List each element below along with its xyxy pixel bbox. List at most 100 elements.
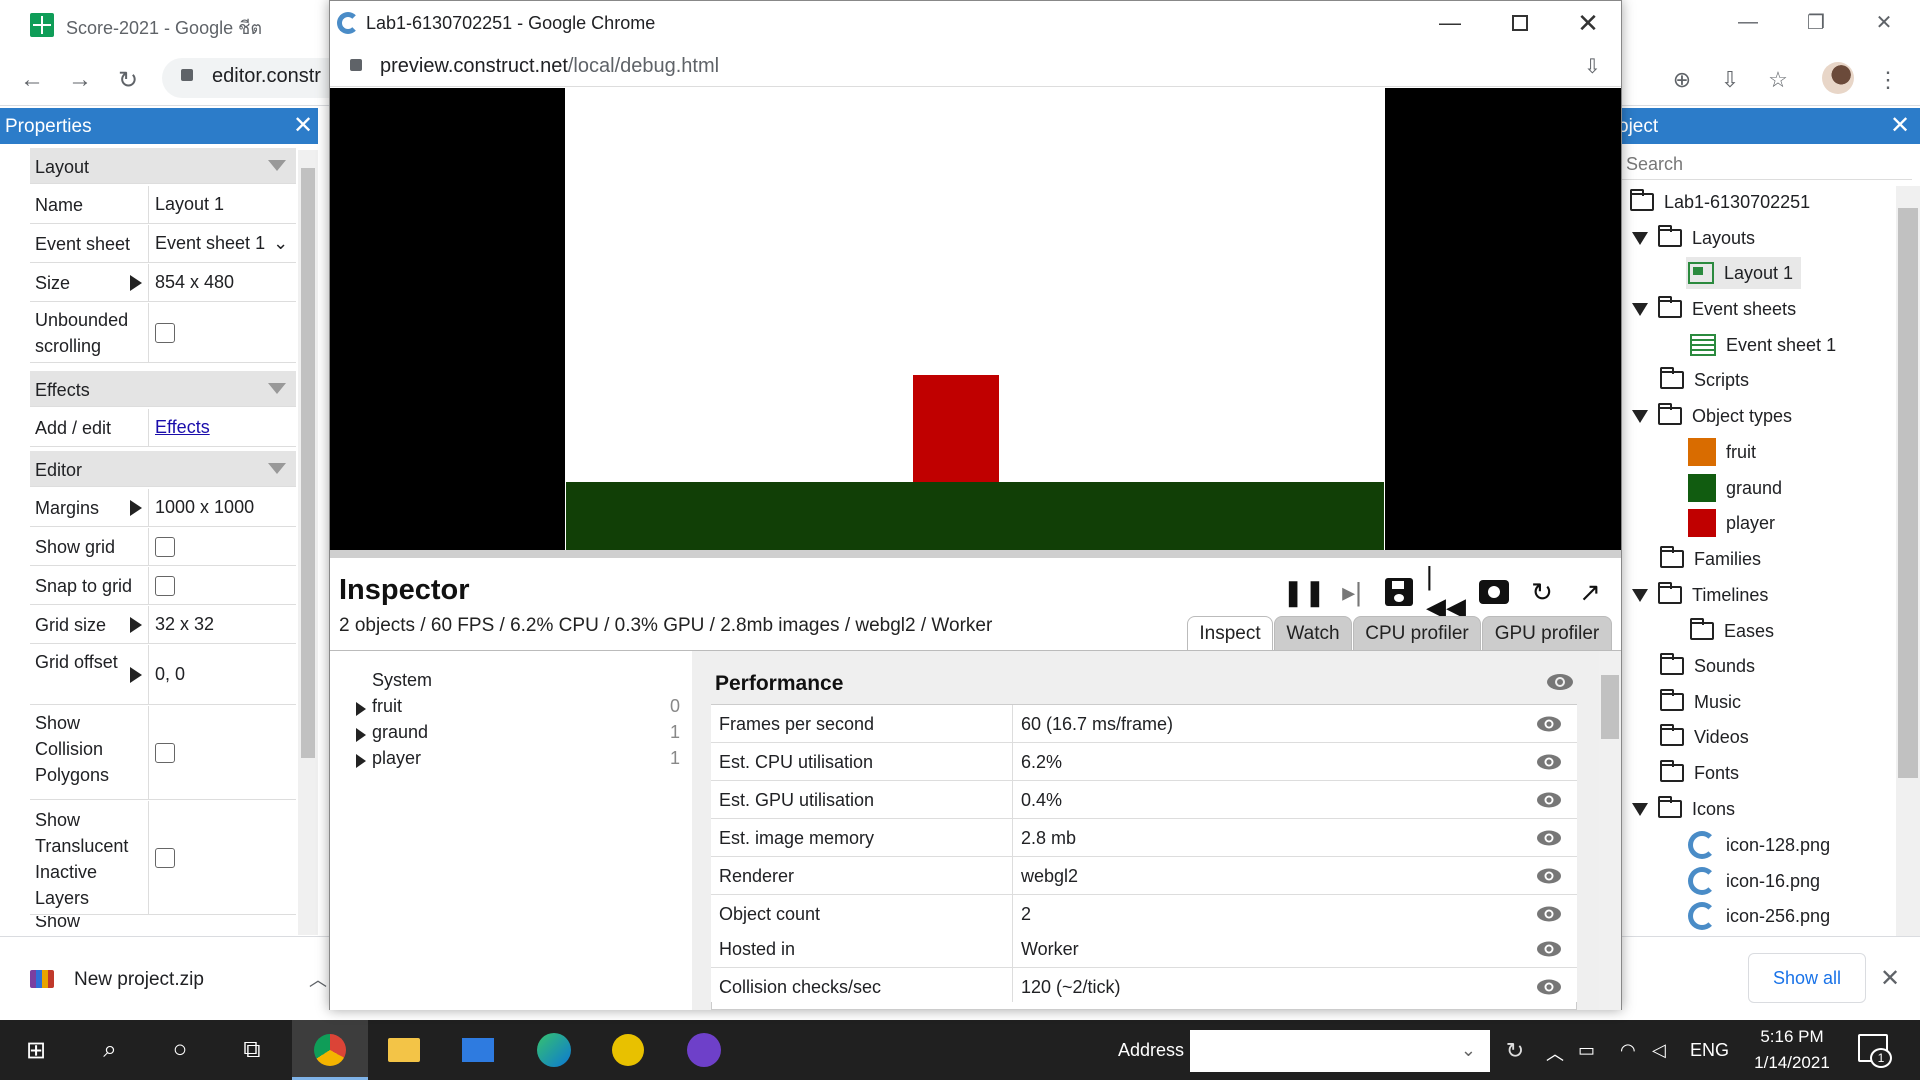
expand-icon[interactable] bbox=[130, 617, 142, 633]
tree-object-types[interactable]: Object types bbox=[1632, 400, 1792, 432]
tab-watch[interactable]: Watch bbox=[1274, 616, 1352, 650]
install-icon[interactable]: ⇩ bbox=[1712, 62, 1748, 98]
chevron-up-icon[interactable]: ︿ bbox=[309, 966, 327, 992]
show-grid-checkbox[interactable] bbox=[155, 536, 175, 557]
tree-fonts[interactable]: Fonts bbox=[1660, 757, 1739, 789]
tree-music[interactable]: Music bbox=[1660, 686, 1741, 718]
refresh-icon[interactable]: ↻ bbox=[1492, 1030, 1538, 1072]
collapse-arrow-icon[interactable] bbox=[1632, 231, 1648, 245]
save-icon[interactable] bbox=[1381, 574, 1417, 610]
tree-root[interactable]: Lab1-6130702251 bbox=[1630, 186, 1810, 218]
tree-graund[interactable]: graund bbox=[1688, 472, 1782, 504]
inspector-scrollbar-thumb[interactable] bbox=[1601, 675, 1619, 739]
step-icon[interactable]: ▸| bbox=[1334, 574, 1370, 610]
background-tab-title[interactable]: Score-2021 - Google ชีต bbox=[66, 13, 262, 42]
volume-icon[interactable]: ◁ bbox=[1652, 1040, 1666, 1061]
expand-icon[interactable] bbox=[356, 754, 366, 768]
avatar[interactable] bbox=[1822, 62, 1854, 94]
tree-eases[interactable]: Eases bbox=[1690, 615, 1774, 647]
collapse-arrow-icon[interactable] bbox=[1632, 302, 1648, 316]
windows-start-icon[interactable]: ⊞ bbox=[6, 1020, 66, 1080]
app-icon[interactable] bbox=[598, 1020, 658, 1080]
expand-icon[interactable] bbox=[130, 275, 142, 291]
splitter[interactable] bbox=[330, 550, 1621, 558]
expand-icon[interactable] bbox=[130, 667, 142, 683]
eye-icon[interactable] bbox=[1535, 713, 1563, 735]
expand-icon[interactable] bbox=[356, 728, 366, 742]
chevron-up-icon[interactable]: ︿ bbox=[1546, 1040, 1564, 1066]
tree-layout1[interactable]: Layout 1 bbox=[1686, 257, 1802, 289]
preview-url[interactable]: preview.construct.net/local/debug.html bbox=[380, 55, 719, 78]
tree-icon-16[interactable]: icon-16.png bbox=[1688, 865, 1820, 897]
eye-icon[interactable] bbox=[1545, 670, 1575, 694]
omnibox-url[interactable]: editor.constr bbox=[212, 65, 321, 88]
collapse-icon[interactable] bbox=[268, 383, 286, 394]
search-icon[interactable]: ⌕ bbox=[80, 1020, 140, 1080]
forward-icon[interactable]: → bbox=[62, 62, 98, 98]
translucent-checkbox[interactable] bbox=[155, 847, 175, 868]
collapse-arrow-icon[interactable] bbox=[1632, 409, 1648, 423]
close-icon[interactable]: ✕ bbox=[1560, 4, 1616, 42]
eye-icon[interactable] bbox=[1535, 865, 1563, 887]
section-effects[interactable]: Effects bbox=[30, 371, 296, 407]
properties-scrollbar-thumb[interactable] bbox=[301, 168, 315, 758]
list-item[interactable]: graund 1 bbox=[350, 722, 680, 748]
close-icon[interactable]: ✕ bbox=[1888, 112, 1912, 139]
tree-scripts[interactable]: Scripts bbox=[1660, 364, 1749, 396]
mail-icon[interactable] bbox=[448, 1020, 508, 1080]
expand-icon[interactable] bbox=[356, 702, 366, 716]
restore-icon[interactable]: ❐ bbox=[1788, 0, 1844, 44]
wifi-icon[interactable]: ◠ bbox=[1620, 1040, 1636, 1061]
tree-videos[interactable]: Videos bbox=[1660, 721, 1749, 753]
collapse-arrow-icon[interactable] bbox=[1632, 802, 1648, 816]
restart-icon[interactable]: |◀◀ bbox=[1426, 561, 1466, 622]
collapse-icon[interactable] bbox=[268, 463, 286, 474]
effects-link[interactable]: Effects bbox=[148, 409, 296, 446]
snap-checkbox[interactable] bbox=[155, 575, 175, 596]
collapse-icon[interactable] bbox=[268, 160, 286, 171]
chrome-icon[interactable] bbox=[300, 1020, 360, 1080]
tree-families[interactable]: Families bbox=[1660, 543, 1761, 575]
event-sheet-select[interactable]: Event sheet 1 bbox=[155, 233, 265, 254]
tree-player[interactable]: player bbox=[1688, 507, 1775, 539]
project-scrollbar-thumb[interactable] bbox=[1898, 208, 1918, 778]
download-item[interactable]: New project.zip bbox=[74, 969, 204, 991]
tree-icon-128[interactable]: icon-128.png bbox=[1688, 829, 1830, 861]
eye-icon[interactable] bbox=[1535, 938, 1563, 960]
expand-icon[interactable] bbox=[130, 500, 142, 516]
maximize-icon[interactable] bbox=[1492, 4, 1548, 42]
language-indicator[interactable]: ENG bbox=[1690, 1040, 1729, 1061]
tree-fruit[interactable]: fruit bbox=[1688, 436, 1756, 468]
clock[interactable]: 5:16 PM 1/14/2021 bbox=[1752, 1024, 1832, 1076]
tree-layouts[interactable]: Layouts bbox=[1632, 222, 1755, 254]
battery-icon[interactable]: ▭ bbox=[1578, 1040, 1595, 1061]
camera-icon[interactable] bbox=[1476, 574, 1512, 610]
minimize-icon[interactable]: — bbox=[1422, 4, 1478, 42]
section-layout[interactable]: Layout bbox=[30, 148, 296, 184]
back-icon[interactable]: ← bbox=[14, 62, 50, 98]
reload-icon[interactable]: ↻ bbox=[110, 62, 146, 98]
install-icon[interactable]: ⇩ bbox=[1584, 54, 1606, 78]
tree-icon-256[interactable]: icon-256.png bbox=[1688, 900, 1830, 932]
project-search-input[interactable]: Search bbox=[1622, 150, 1912, 180]
menu-icon[interactable]: ⋮ bbox=[1870, 62, 1906, 98]
collapse-arrow-icon[interactable] bbox=[1632, 588, 1648, 602]
tree-event-sheet1[interactable]: Event sheet 1 bbox=[1690, 329, 1836, 361]
github-icon[interactable] bbox=[674, 1020, 734, 1080]
pause-icon[interactable]: ❚❚ bbox=[1282, 574, 1326, 610]
tree-timelines[interactable]: Timelines bbox=[1632, 579, 1768, 611]
tab-gpu-profiler[interactable]: GPU profiler bbox=[1482, 616, 1612, 650]
list-item[interactable]: System bbox=[350, 670, 680, 696]
cortana-icon[interactable]: ○ bbox=[150, 1020, 210, 1080]
file-explorer-icon[interactable] bbox=[374, 1020, 434, 1080]
list-item[interactable]: fruit 0 bbox=[350, 696, 680, 722]
popout-icon[interactable]: ↗ bbox=[1572, 574, 1608, 610]
edge-icon[interactable] bbox=[524, 1020, 584, 1080]
eye-icon[interactable] bbox=[1535, 976, 1563, 998]
section-editor[interactable]: Editor bbox=[30, 451, 296, 487]
eye-icon[interactable] bbox=[1535, 789, 1563, 811]
eye-icon[interactable] bbox=[1535, 903, 1563, 925]
star-icon[interactable]: ☆ bbox=[1760, 62, 1796, 98]
eye-icon[interactable] bbox=[1535, 751, 1563, 773]
reload-icon[interactable]: ↻ bbox=[1524, 574, 1560, 610]
